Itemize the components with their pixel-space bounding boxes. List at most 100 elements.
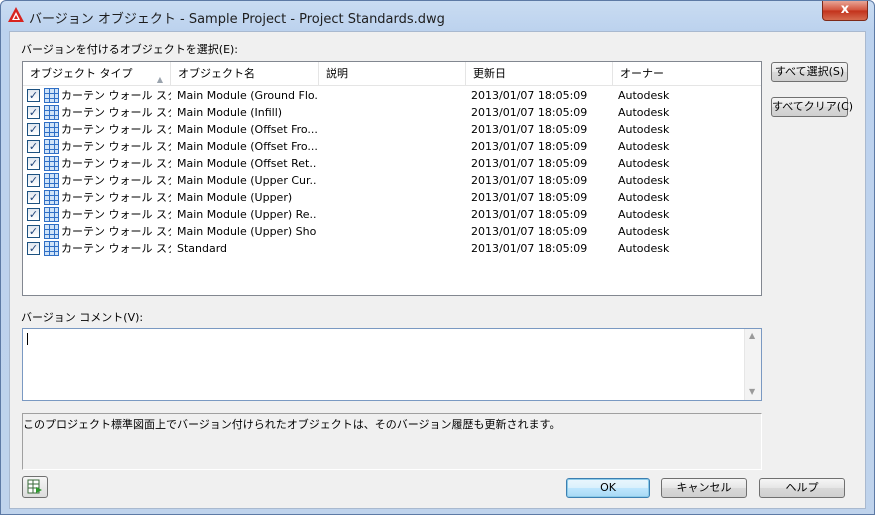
cell-object-type: カーテン ウォール スタ...: [61, 191, 171, 204]
table-row[interactable]: ✓ カーテン ウォール スタ... Standard 2013/01/07 18:05…: [23, 240, 761, 257]
cell-modified-date: 2013/01/07 18:05:09: [471, 89, 588, 102]
row-checkbox[interactable]: ✓: [27, 174, 40, 187]
row-checkbox[interactable]: ✓: [27, 123, 40, 136]
table-row[interactable]: ✓ カーテン ウォール スタ... Main Module (Offset Ret.…: [23, 155, 761, 172]
cell-description: [325, 155, 465, 172]
cell-description: [325, 206, 465, 223]
cell-description: [325, 104, 465, 121]
table-row[interactable]: ✓ カーテン ウォール スタ... Main Module (Upper) Re..…: [23, 206, 761, 223]
curtain-wall-grid-icon: [44, 190, 59, 205]
cell-owner: Autodesk: [618, 208, 670, 221]
column-object-type-label: オブジェクト タイプ: [30, 67, 133, 80]
cell-owner: Autodesk: [618, 140, 670, 153]
column-owner-label: オーナー: [620, 67, 664, 80]
cell-object-name: Main Module (Upper) Re...: [177, 208, 317, 221]
version-comment-label: バージョン コメント(V):: [21, 311, 144, 324]
cell-object-type: カーテン ウォール スタ...: [61, 89, 171, 102]
cell-modified-date: 2013/01/07 18:05:09: [471, 174, 588, 187]
column-description-label: 説明: [326, 67, 348, 80]
cell-description: [325, 240, 465, 257]
clear-all-button[interactable]: すべてクリア(C): [771, 97, 853, 117]
cell-object-type: カーテン ウォール スタ...: [61, 157, 171, 170]
column-modified-date[interactable]: 更新日: [466, 62, 613, 86]
cell-object-name: Main Module (Offset Fro...: [177, 140, 317, 153]
curtain-wall-grid-icon: [44, 156, 59, 171]
window-title: バージョン オブジェクト - Sample Project - Project …: [29, 12, 445, 27]
curtain-wall-grid-icon: [44, 207, 59, 222]
cell-description: [325, 138, 465, 155]
cell-owner: Autodesk: [618, 191, 670, 204]
export-button[interactable]: [22, 476, 48, 498]
ok-button[interactable]: OK: [566, 478, 650, 498]
row-checkbox[interactable]: ✓: [27, 225, 40, 238]
scroll-up-icon[interactable]: ▲: [749, 331, 755, 340]
cell-object-name: Main Module (Offset Ret...: [177, 157, 317, 170]
cell-description: [325, 223, 465, 240]
cell-modified-date: 2013/01/07 18:05:09: [471, 157, 588, 170]
scroll-down-icon[interactable]: ▼: [749, 387, 755, 396]
row-checkbox[interactable]: ✓: [27, 106, 40, 119]
cell-object-name: Main Module (Upper Cur...: [177, 174, 317, 187]
column-owner[interactable]: オーナー: [613, 62, 761, 86]
info-panel: このプロジェクト標準図面上でバージョン付けられたオブジェクトは、そのバージョン履…: [22, 413, 762, 470]
curtain-wall-grid-icon: [44, 122, 59, 137]
sort-ascending-icon: ▲: [156, 75, 163, 84]
table-row[interactable]: ✓ カーテン ウォール スタ... Main Module (Infill) 2013…: [23, 104, 761, 121]
column-object-type[interactable]: オブジェクト タイプ ▲: [23, 62, 171, 86]
cell-object-type: カーテン ウォール スタ...: [61, 106, 171, 119]
column-object-name-label: オブジェクト名: [178, 67, 255, 80]
table-row[interactable]: ✓ カーテン ウォール スタ... Main Module (Upper) 2013/…: [23, 189, 761, 206]
row-checkbox[interactable]: ✓: [27, 140, 40, 153]
row-checkbox[interactable]: ✓: [27, 242, 40, 255]
cell-owner: Autodesk: [618, 225, 670, 238]
export-table-icon: [27, 479, 42, 494]
cell-object-name: Main Module (Ground Flo...: [177, 89, 317, 102]
help-button[interactable]: ヘルプ: [759, 478, 845, 498]
cell-owner: Autodesk: [618, 174, 670, 187]
dialog-client: バージョンを付けるオブジェクトを選択(E): オブジェクト タイプ ▲ オブジェ…: [9, 31, 866, 509]
version-comment-input[interactable]: ▲ ▼: [22, 328, 762, 401]
cell-owner: Autodesk: [618, 123, 670, 136]
column-description[interactable]: 説明: [319, 62, 466, 86]
cell-object-name: Main Module (Upper) Sho...: [177, 225, 317, 238]
cell-modified-date: 2013/01/07 18:05:09: [471, 106, 588, 119]
row-checkbox[interactable]: ✓: [27, 191, 40, 204]
select-objects-label: バージョンを付けるオブジェクトを選択(E):: [21, 43, 239, 56]
row-checkbox[interactable]: ✓: [27, 208, 40, 221]
close-button[interactable]: x: [822, 1, 868, 21]
table-row[interactable]: ✓ カーテン ウォール スタ... Main Module (Upper Cur..…: [23, 172, 761, 189]
cell-object-type: カーテン ウォール スタ...: [61, 208, 171, 221]
curtain-wall-grid-icon: [44, 173, 59, 188]
cell-owner: Autodesk: [618, 89, 670, 102]
row-checkbox[interactable]: ✓: [27, 89, 40, 102]
cell-owner: Autodesk: [618, 242, 670, 255]
table-row[interactable]: ✓ カーテン ウォール スタ... Main Module (Upper) Sho.…: [23, 223, 761, 240]
cell-description: [325, 121, 465, 138]
cell-modified-date: 2013/01/07 18:05:09: [471, 242, 588, 255]
cell-owner: Autodesk: [618, 157, 670, 170]
dialog-window: バージョン オブジェクト - Sample Project - Project …: [0, 0, 875, 515]
cell-owner: Autodesk: [618, 106, 670, 119]
column-object-name[interactable]: オブジェクト名: [171, 62, 319, 86]
cell-modified-date: 2013/01/07 18:05:09: [471, 123, 588, 136]
cancel-button[interactable]: キャンセル: [661, 478, 747, 498]
curtain-wall-grid-icon: [44, 105, 59, 120]
autocad-logo-icon: [8, 7, 24, 22]
info-text: このプロジェクト標準図面上でバージョン付けられたオブジェクトは、そのバージョン履…: [23, 418, 561, 431]
curtain-wall-grid-icon: [44, 88, 59, 103]
curtain-wall-grid-icon: [44, 241, 59, 256]
cell-object-name: Main Module (Infill): [177, 106, 283, 119]
row-checkbox[interactable]: ✓: [27, 157, 40, 170]
cell-object-type: カーテン ウォール スタ...: [61, 225, 171, 238]
title-bar[interactable]: バージョン オブジェクト - Sample Project - Project …: [1, 1, 874, 31]
table-row[interactable]: ✓ カーテン ウォール スタ... Main Module (Ground Flo.…: [23, 87, 761, 104]
select-all-button[interactable]: すべて選択(S): [771, 62, 848, 82]
cell-object-type: カーテン ウォール スタ...: [61, 174, 171, 187]
object-list[interactable]: オブジェクト タイプ ▲ オブジェクト名 説明 更新日 オーナー ✓ カーテン ウ…: [22, 61, 762, 296]
cell-object-name: Main Module (Offset Fro...: [177, 123, 317, 136]
text-caret: [27, 333, 28, 345]
comment-scrollbar[interactable]: ▲ ▼: [744, 329, 761, 400]
table-row[interactable]: ✓ カーテン ウォール スタ... Main Module (Offset Fro.…: [23, 138, 761, 155]
cell-object-name: Standard: [177, 242, 228, 255]
table-row[interactable]: ✓ カーテン ウォール スタ... Main Module (Offset Fro.…: [23, 121, 761, 138]
